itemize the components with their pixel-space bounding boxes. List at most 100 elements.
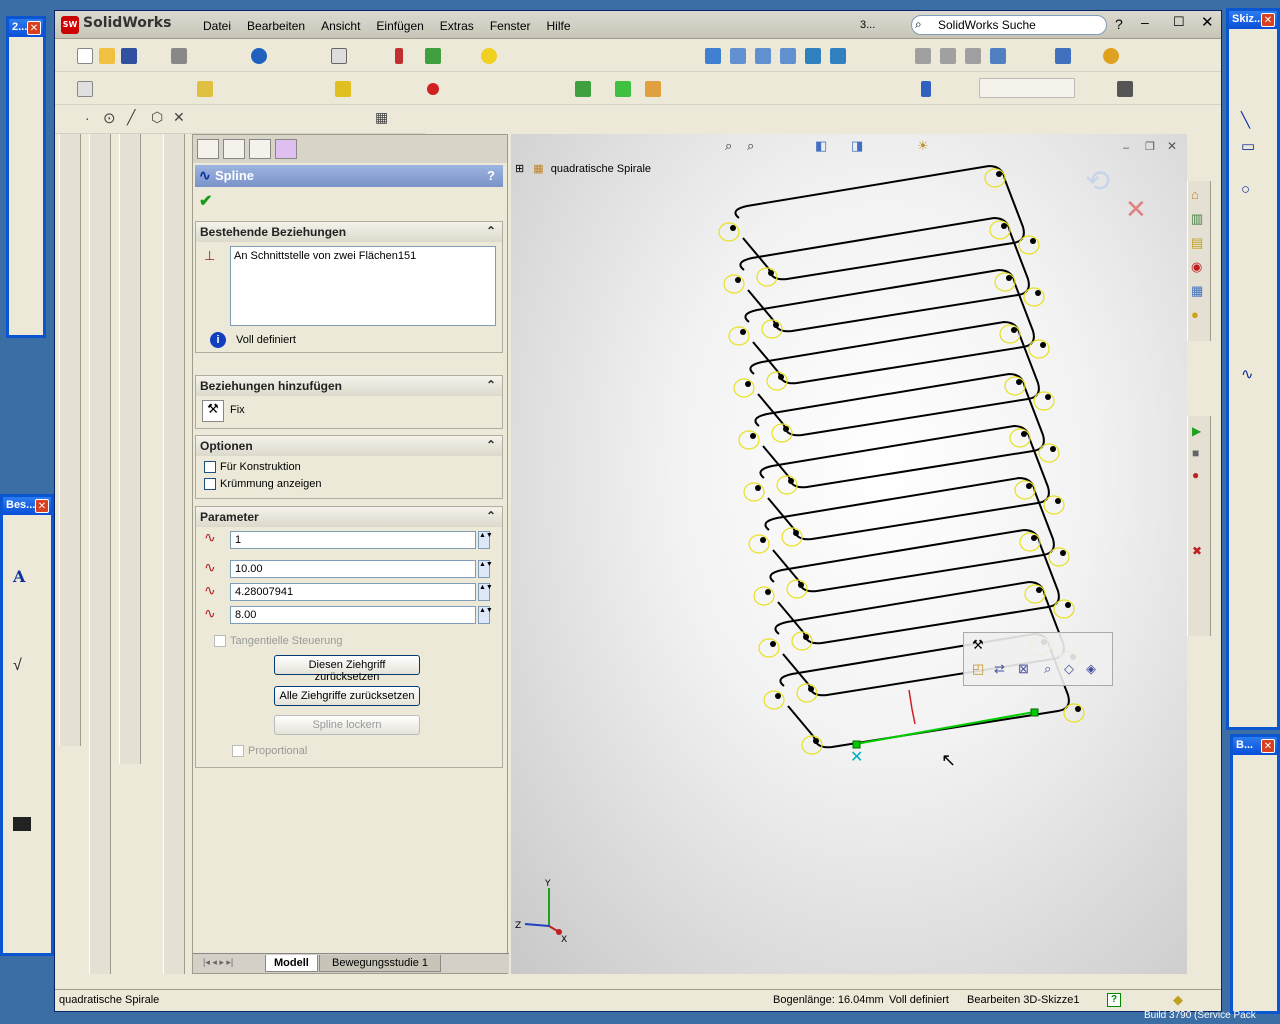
configuration-manager-tab[interactable] — [249, 139, 271, 159]
dimxpert-tab[interactable] — [275, 139, 297, 159]
spellcheck-icon[interactable] — [77, 81, 93, 97]
reset-all-handles-button[interactable]: Alle Ziehgriffe zurücksetzen — [274, 686, 420, 706]
toolbar-overflow[interactable]: 3... — [860, 19, 875, 31]
shaded-icon[interactable] — [990, 48, 1006, 64]
help-tb-icon[interactable] — [481, 48, 497, 64]
z-spin[interactable]: ▲▼ — [478, 606, 493, 624]
context-zoom-icon[interactable]: ⌕ — [1044, 661, 1051, 677]
zoom-fit-icon[interactable] — [705, 48, 721, 64]
relation-item[interactable]: An Schnittstelle von zwei Flächen151 — [231, 247, 495, 265]
show-curvature-checkbox[interactable] — [204, 478, 216, 490]
delete-icon[interactable]: ✖ — [1192, 544, 1202, 558]
context-dimension-icon[interactable]: ⊠ — [1018, 661, 1029, 677]
view-iso-icon[interactable] — [965, 48, 981, 64]
rotate-icon[interactable] — [805, 48, 821, 64]
options-header[interactable]: Optionen — [196, 436, 502, 456]
context-relation-icon[interactable]: ⇄ — [994, 661, 1005, 677]
menu-extras[interactable]: Extras — [432, 17, 482, 35]
view-front-icon[interactable] — [915, 48, 931, 64]
config-select[interactable] — [979, 78, 1075, 98]
zoom-in-icon[interactable] — [755, 48, 771, 64]
for-construction-checkbox[interactable] — [204, 461, 216, 473]
x-spin[interactable]: ▲▼ — [478, 560, 493, 578]
reference-icon[interactable] — [921, 81, 931, 97]
options-icon[interactable] — [425, 48, 441, 64]
palette-bottom-right-close[interactable]: ✕ — [1261, 739, 1275, 753]
tab-motion-study[interactable]: Bewegungsstudie 1 — [319, 955, 442, 972]
point-icon[interactable]: · — [85, 110, 90, 126]
status-tag-icon[interactable]: ◆ — [1173, 992, 1183, 1008]
filter-vertex-icon[interactable] — [645, 81, 661, 97]
minimize-button[interactable]: – — [1141, 14, 1149, 30]
palette-sketch-close[interactable]: ✕ — [1261, 13, 1275, 27]
proportional-checkbox[interactable] — [232, 745, 244, 757]
context-sketch-icon[interactable]: ◰ — [972, 661, 984, 677]
realview-icon[interactable] — [1103, 48, 1119, 64]
print-icon[interactable] — [171, 48, 187, 64]
camera-icon[interactable] — [1117, 81, 1133, 97]
context-smart-icon[interactable]: ◇ — [1064, 661, 1074, 677]
relations-list[interactable]: An Schnittstelle von zwei Flächen151 — [230, 246, 496, 326]
zoom-out-icon[interactable] — [780, 48, 796, 64]
stop-icon[interactable]: ■ — [1192, 446, 1199, 460]
appearances-icon[interactable]: ● — [1191, 307, 1199, 322]
existing-relations-header[interactable]: Bestehende Beziehungen — [196, 222, 502, 242]
spiral-drawing[interactable]: ✕ — [511, 134, 1187, 974]
y-coordinate-field[interactable]: 4.28007941 — [230, 583, 476, 601]
parameters-header[interactable]: Parameter — [196, 507, 502, 527]
close-button[interactable]: ✕ — [1201, 13, 1214, 31]
sigma-icon[interactable] — [197, 81, 213, 97]
tab-scroll-icon[interactable]: |◂ ◂ ▸ ▸| — [203, 957, 233, 968]
feature-manager-tab[interactable] — [197, 139, 219, 159]
palette-icon[interactable]: ▦ — [1191, 283, 1203, 299]
menu-datei[interactable]: Datei — [195, 17, 239, 35]
grid-icon[interactable]: ▦ — [375, 109, 388, 126]
explorer-icon[interactable]: ▤ — [1191, 235, 1203, 251]
palette-annotations-close[interactable]: ✕ — [35, 499, 49, 513]
new-icon[interactable] — [77, 48, 93, 64]
save-icon[interactable] — [121, 48, 137, 64]
view-back-icon[interactable] — [940, 48, 956, 64]
z-coordinate-field[interactable]: 8.00 — [230, 606, 476, 624]
polygon-icon[interactable]: ⬡ — [151, 109, 163, 126]
status-help-icon[interactable]: ? — [1107, 993, 1121, 1007]
graphics-area[interactable]: ⊞ ▦ quadratische Spirale ⌕ ⌕ ◧ ◨ ☀ – ❐ ✕… — [511, 134, 1187, 974]
property-manager-tab[interactable] — [223, 139, 245, 159]
zoom-area-icon[interactable] — [730, 48, 746, 64]
help-icon[interactable]: ? — [1115, 16, 1123, 32]
library-icon[interactable]: ▥ — [1191, 211, 1203, 227]
line-icon[interactable]: ╱ — [127, 109, 135, 126]
x-coordinate-field[interactable]: 10.00 — [230, 560, 476, 578]
rebuild-icon[interactable] — [395, 48, 403, 64]
point-spin[interactable]: ▲▼ — [478, 531, 493, 549]
trim-icon[interactable]: ✕ — [173, 109, 185, 126]
filter-face-icon[interactable] — [575, 81, 591, 97]
menu-bearbeiten[interactable]: Bearbeiten — [239, 17, 313, 35]
play-icon[interactable]: ▶ — [1192, 424, 1201, 438]
record-motion-icon[interactable]: ● — [1192, 468, 1199, 482]
pan-icon[interactable] — [830, 48, 846, 64]
fix-relation-icon[interactable]: ⚒ — [202, 400, 224, 422]
sketch-line-icon[interactable]: ╲ — [1241, 111, 1250, 129]
check-icon[interactable]: √ — [13, 657, 22, 675]
tangent-control-checkbox[interactable] — [214, 635, 226, 647]
point-number-field[interactable]: 1 — [230, 531, 476, 549]
sketch-circle-icon[interactable]: ○ — [1241, 181, 1250, 198]
sketch-spline-icon[interactable]: ∿ — [1241, 365, 1254, 383]
menu-hilfe[interactable]: Hilfe — [539, 17, 579, 35]
tab-modell[interactable]: Modell — [265, 955, 318, 972]
filter-edge-icon[interactable] — [615, 81, 631, 97]
hatch-icon[interactable] — [13, 817, 31, 831]
undo-icon[interactable] — [251, 48, 267, 64]
smart-dimension-icon[interactable] — [335, 81, 351, 97]
select-icon[interactable] — [331, 48, 347, 64]
home-icon[interactable]: ⌂ — [1191, 187, 1199, 202]
add-relations-header[interactable]: Beziehungen hinzufügen — [196, 376, 502, 396]
menu-ansicht[interactable]: Ansicht — [313, 17, 368, 35]
y-spin[interactable]: ▲▼ — [478, 583, 493, 601]
fix-relation-label[interactable]: Fix — [230, 404, 245, 416]
menu-einfuegen[interactable]: Einfügen — [368, 17, 431, 35]
circle-icon[interactable]: ⊙ — [103, 109, 116, 127]
pm-help-button[interactable]: ? — [487, 168, 495, 183]
appearance-icon[interactable] — [1055, 48, 1071, 64]
